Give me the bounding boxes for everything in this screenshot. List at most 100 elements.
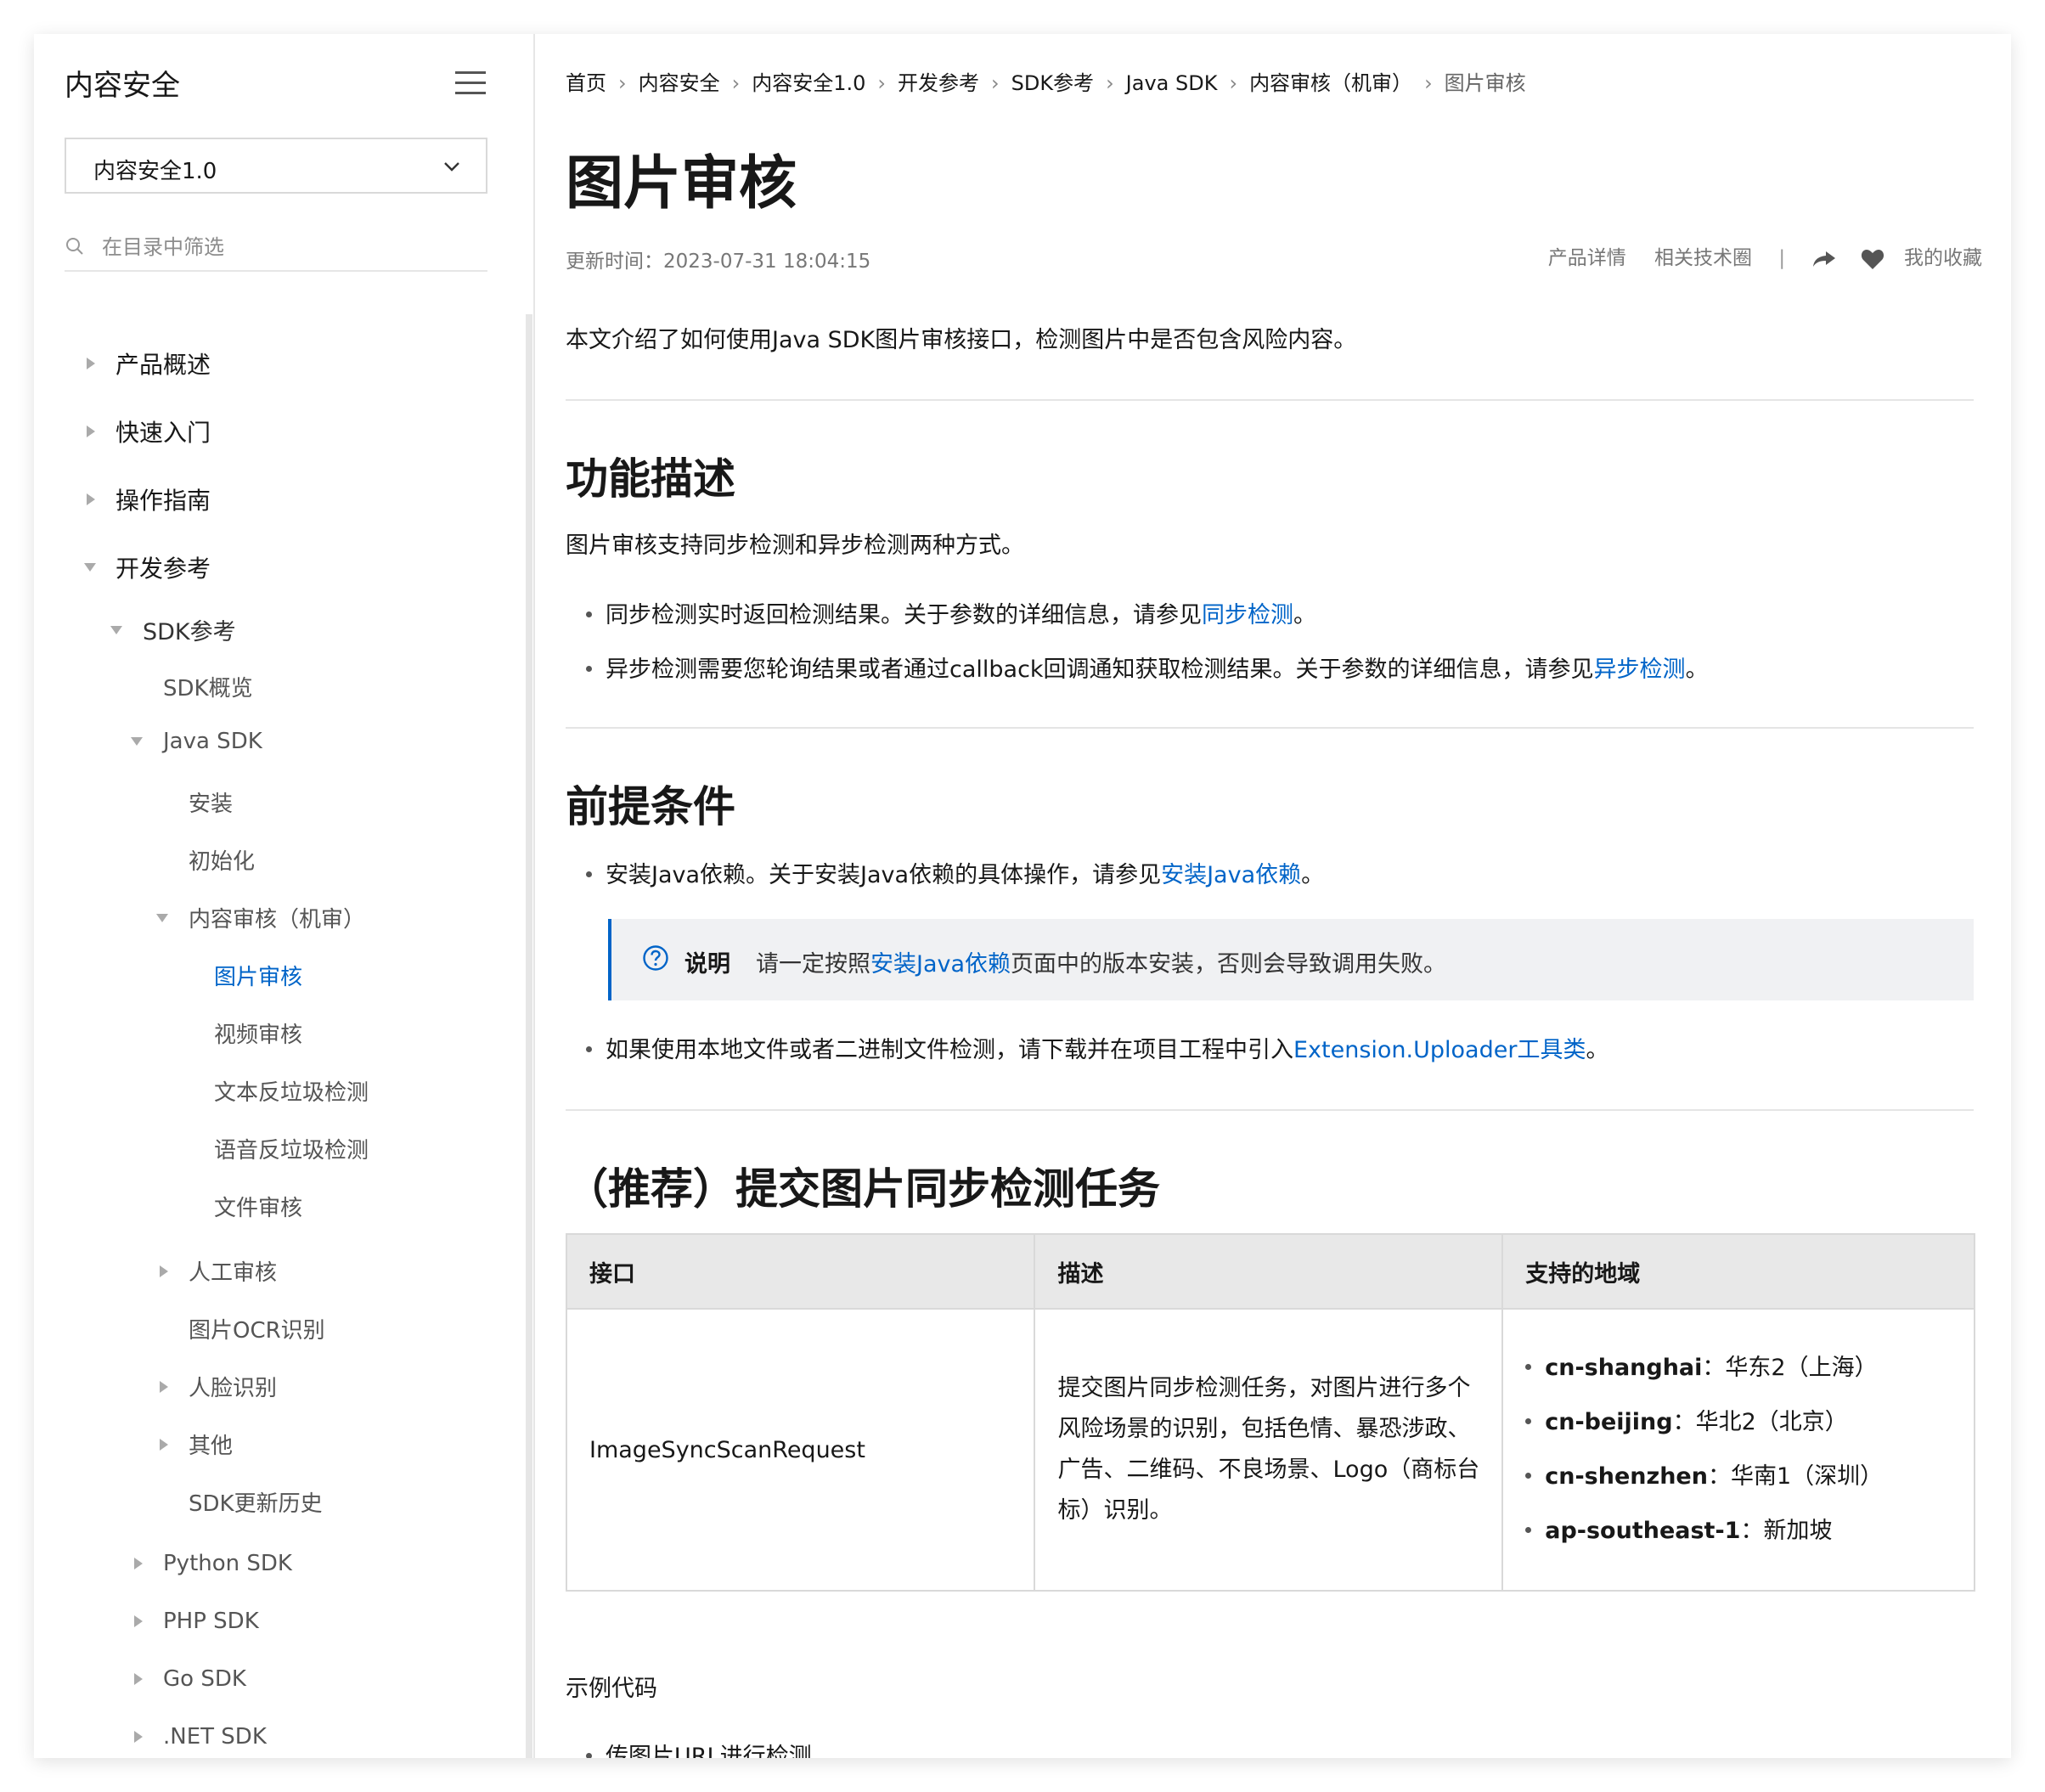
- list-item: 同步检测实时返回检测结果。关于参数的详细信息，请参见同步检测。: [586, 596, 1316, 629]
- list-item-end: 。: [1301, 862, 1325, 888]
- sidebar-item-sdk-overview[interactable]: SDK概览: [163, 671, 253, 702]
- sidebar-item-label: 人脸识别: [189, 1376, 278, 1401]
- bullet-dot: [586, 1753, 592, 1758]
- sidebar-item-label: 产品概述: [115, 351, 211, 379]
- sidebar-item-php-sdk[interactable]: PHP SDK: [134, 1609, 259, 1634]
- sidebar-item-quick-start[interactable]: 快速入门: [87, 414, 211, 448]
- sidebar-item-file-review[interactable]: 文件审核: [214, 1191, 302, 1222]
- section-divider: [566, 399, 1974, 401]
- sidebar-item-dev-reference[interactable]: 开发参考: [84, 550, 211, 584]
- bullet-dot: [586, 666, 592, 672]
- product-details-link[interactable]: 产品详情: [1548, 247, 1626, 269]
- chevron-right-icon: ›: [1229, 71, 1238, 95]
- my-favorites-link[interactable]: 我的收藏: [1904, 247, 1982, 269]
- sidebar-item-label: 图片审核: [214, 965, 303, 990]
- async-scan-link[interactable]: 异步检测: [1594, 657, 1686, 683]
- share-icon[interactable]: [1811, 249, 1837, 269]
- note-label: 说明: [684, 951, 730, 978]
- sidebar-item-java-sdk[interactable]: Java SDK: [131, 729, 262, 754]
- section-heading-sync-scan: （推荐）提交图片同步检测任务: [566, 1164, 1160, 1214]
- breadcrumb-item[interactable]: 首页: [566, 71, 606, 95]
- sync-scan-link[interactable]: 同步检测: [1202, 602, 1293, 628]
- sidebar-item-video-review[interactable]: 视频审核: [214, 1017, 302, 1049]
- docs-window: 内容安全 内容安全1.0 产品概述 快速入门: [34, 34, 2011, 1758]
- sidebar-item-label: Python SDK: [163, 1551, 292, 1576]
- sidebar-item-label: Java SDK: [163, 729, 262, 754]
- sidebar-item-label: 其他: [189, 1434, 234, 1459]
- sidebar-item-face-recognition[interactable]: 人脸识别: [160, 1371, 278, 1402]
- note-box: 说明 请一定按照安装Java依赖页面中的版本安装，否则会导致调用失败。: [608, 919, 1974, 1000]
- tech-circle-link[interactable]: 相关技术圈: [1654, 247, 1752, 269]
- sidebar-item-product-overview[interactable]: 产品概述: [87, 347, 211, 380]
- note-install-link[interactable]: 安装Java依赖: [870, 951, 1011, 978]
- sidebar-item-label: PHP SDK: [163, 1609, 259, 1634]
- sidebar-item-label: SDK参考: [143, 619, 236, 645]
- sidebar: 内容安全 内容安全1.0 产品概述 快速入门: [34, 34, 533, 1758]
- expand-arrow-icon: [87, 425, 95, 437]
- breadcrumb-item[interactable]: 内容审核（机审）: [1249, 71, 1412, 95]
- sidebar-item-text-antispam[interactable]: 文本反垃圾检测: [214, 1075, 369, 1107]
- sidebar-item-go-sdk[interactable]: Go SDK: [134, 1666, 246, 1692]
- sidebar-item-label: .NET SDK: [163, 1724, 267, 1750]
- hamburger-menu-icon[interactable]: [455, 71, 486, 95]
- catalog-filter-input[interactable]: [100, 231, 477, 263]
- page-title: 图片审核: [566, 150, 797, 217]
- sidebar-item-label: 操作指南: [115, 487, 211, 515]
- region-id: cn-shanghai: [1545, 1355, 1703, 1381]
- sidebar-item-install[interactable]: 安装: [189, 786, 233, 818]
- expand-arrow-icon: [134, 1558, 143, 1569]
- bullet-dot: [586, 611, 592, 617]
- list-item: 安装Java依赖。关于安装Java依赖的具体操作，请参见安装Java依赖。: [586, 856, 1324, 889]
- expand-arrow-icon: [160, 1265, 168, 1277]
- sidebar-item-label: 安装: [189, 792, 234, 817]
- expand-arrow-icon: [134, 1615, 143, 1627]
- updated-time: 更新时间：2023-07-31 18:04:15: [566, 251, 871, 273]
- sidebar-item-machine-review[interactable]: 内容审核（机审）: [156, 902, 365, 933]
- sidebar-item-label: Go SDK: [163, 1666, 246, 1692]
- api-table: 接口 描述 支持的地域 ImageSyncScanRequest 提交图片同步检…: [565, 1233, 1975, 1592]
- sidebar-item-init[interactable]: 初始化: [189, 844, 255, 876]
- chevron-right-icon: ›: [618, 71, 627, 95]
- breadcrumb-item[interactable]: SDK参考: [1011, 71, 1094, 95]
- sidebar-item-image-review[interactable]: 图片审核: [214, 960, 302, 991]
- sidebar-item-label: 图片OCR识别: [189, 1318, 325, 1344]
- note-text: 请一定按照安装Java依赖页面中的版本安装，否则会导致调用失败。: [756, 945, 1446, 978]
- catalog-filter: [65, 231, 487, 272]
- version-select[interactable]: 内容安全1.0: [65, 138, 487, 194]
- list-item: 异步检测需要您轮询结果或者通过callback回调通知获取检测结果。关于参数的详…: [586, 651, 1709, 684]
- sidebar-item-python-sdk[interactable]: Python SDK: [134, 1551, 292, 1576]
- sidebar-item-label: SDK更新历史: [189, 1491, 323, 1517]
- chevron-right-icon: ›: [991, 71, 1000, 95]
- chevron-right-icon: ›: [877, 71, 886, 95]
- region-name: ：华东2（上海）: [1702, 1355, 1878, 1381]
- heart-icon[interactable]: [1861, 248, 1884, 270]
- sidebar-item-sdk-reference[interactable]: SDK参考: [110, 613, 236, 646]
- sidebar-item-voice-antispam[interactable]: 语音反垃圾检测: [214, 1133, 369, 1164]
- bullet-dot: [586, 1046, 592, 1052]
- region-id: ap-southeast-1: [1545, 1518, 1741, 1544]
- install-java-deps-link[interactable]: 安装Java依赖: [1161, 862, 1301, 888]
- api-desc-cell: 提交图片同步检测任务，对图片进行多个风险场景的识别，包括色情、暴恐涉政、广告、二…: [1034, 1308, 1504, 1592]
- bullet-dot: [1525, 1473, 1532, 1479]
- breadcrumb-item[interactable]: Java SDK: [1126, 71, 1218, 95]
- sidebar-item-label: 快速入门: [115, 419, 211, 447]
- uploader-tool-link[interactable]: Extension.Uploader工具类: [1293, 1037, 1586, 1063]
- sidebar-item-manual-review[interactable]: 人工审核: [160, 1255, 278, 1287]
- sidebar-item-dotnet-sdk[interactable]: .NET SDK: [134, 1724, 267, 1750]
- sidebar-item-sdk-history[interactable]: SDK更新历史: [189, 1486, 323, 1518]
- sidebar-item-image-ocr[interactable]: 图片OCR识别: [189, 1313, 325, 1344]
- breadcrumb-item[interactable]: 开发参考: [898, 71, 979, 95]
- list-item: cn-beijing：华北2（北京）: [1525, 1395, 1952, 1450]
- sidebar-item-label: 初始化: [189, 849, 256, 875]
- expand-arrow-icon: [87, 358, 95, 369]
- expand-arrow-icon: [87, 493, 95, 505]
- sidebar-item-user-guide[interactable]: 操作指南: [87, 482, 211, 516]
- sidebar-item-other[interactable]: 其他: [160, 1429, 234, 1460]
- sidebar-scrollbar[interactable]: [526, 314, 532, 1758]
- breadcrumb-item[interactable]: 内容安全1.0: [752, 71, 865, 95]
- breadcrumb-item[interactable]: 内容安全: [639, 71, 720, 95]
- region-name: ：新加坡: [1740, 1518, 1833, 1544]
- sidebar-item-label: 人工审核: [189, 1260, 278, 1286]
- api-name-cell: ImageSyncScanRequest: [565, 1308, 1036, 1592]
- expand-arrow-icon: [160, 1380, 168, 1393]
